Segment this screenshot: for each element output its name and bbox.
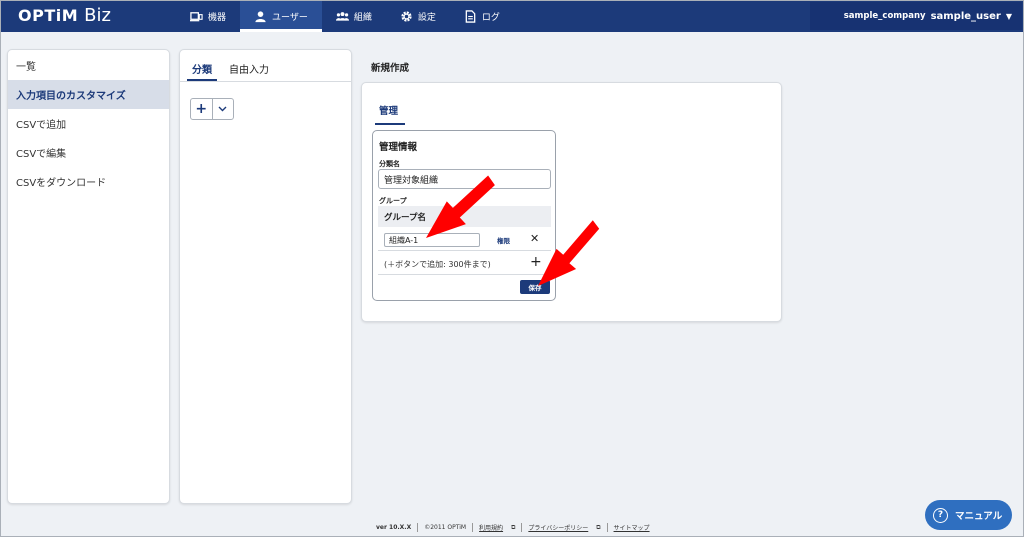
- help-icon: ?: [933, 507, 948, 523]
- optim-biz-logo[interactable]: OPTiM Biz: [18, 5, 111, 27]
- permission-link[interactable]: 権限: [497, 235, 510, 245]
- page-title: 新規作成: [371, 63, 410, 74]
- user-icon: [255, 10, 266, 22]
- external-link-icon: ⧉: [511, 523, 516, 531]
- sidebar-item-list[interactable]: 一覧: [8, 51, 169, 80]
- chevron-down-icon[interactable]: [213, 99, 234, 119]
- nav-item-log[interactable]: ログ: [450, 0, 514, 32]
- copyright-text: ©2011 OPTiM: [424, 524, 467, 531]
- terms-link[interactable]: 利用規約: [479, 523, 503, 532]
- manual-button-label: マニュアル: [955, 511, 1003, 522]
- user-name: sample_user: [930, 10, 1001, 22]
- caret-down-icon: ▼: [1005, 11, 1012, 21]
- plus-icon[interactable]: +: [530, 254, 542, 270]
- nav-label-users: ユーザー: [272, 12, 308, 23]
- category-tabs: 分類 自由入力: [180, 50, 351, 82]
- version-text: ver 10.X.X: [376, 524, 412, 531]
- footer: ver 10.X.X ©2011 OPTiM 利用規約 ⧉ プライバシーポリシー…: [376, 523, 650, 532]
- tab-management[interactable]: 管理: [379, 103, 398, 117]
- group-name-input[interactable]: 組織A-1: [384, 233, 480, 247]
- tab-free-input[interactable]: 自由入力: [229, 61, 269, 76]
- sidebar-item-label: CSVで編集: [16, 149, 67, 160]
- nav-item-settings[interactable]: 設定: [386, 0, 450, 32]
- account-menu[interactable]: sample_company sample_user ▼: [810, 2, 1022, 30]
- sidebar-item-customize-fields[interactable]: 入力項目のカスタマイズ: [8, 80, 169, 109]
- logo-biz-text: Biz: [84, 5, 111, 26]
- manual-button[interactable]: ? マニュアル: [925, 500, 1012, 530]
- category-name-label: 分類名: [379, 160, 400, 168]
- footer-divider: [521, 523, 523, 532]
- nav-label-log: ログ: [481, 12, 500, 23]
- nav-label-devices: 機器: [208, 12, 227, 23]
- save-button[interactable]: 保存: [520, 280, 550, 294]
- terms-link-label: 利用規約: [479, 525, 504, 532]
- device-icon: [190, 11, 203, 21]
- company-name: sample_company: [843, 11, 926, 21]
- table-row: 組織A-1 権限 ✕: [378, 229, 551, 251]
- sidebar-item-label: 入力項目のカスタマイズ: [16, 91, 126, 102]
- nav-item-organization[interactable]: 組織: [322, 0, 386, 32]
- footer-divider: [417, 523, 419, 532]
- tab-category[interactable]: 分類: [192, 61, 212, 76]
- category-panel: 分類 自由入力 +: [179, 49, 352, 504]
- nav-item-users[interactable]: ユーザー: [240, 0, 322, 32]
- sidebar-menu: 一覧 入力項目のカスタマイズ CSVで追加 CSVで編集 CSVをダウンロード: [7, 49, 170, 504]
- add-group-row: (＋ボタンで追加: 300件まで) +: [378, 253, 551, 275]
- organization-icon: [335, 11, 349, 21]
- top-navigation-bar: OPTiM Biz 機器 ユーザー 組織 設定 ログ sample_compan…: [0, 0, 1024, 32]
- close-icon[interactable]: ✕: [530, 232, 539, 245]
- main-nav: 機器 ユーザー 組織 設定 ログ: [176, 0, 514, 32]
- add-group-hint: (＋ボタンで追加: 300件まで): [384, 260, 491, 269]
- add-split-button: +: [190, 98, 234, 120]
- external-link-icon: ⧉: [596, 523, 601, 531]
- sitemap-link[interactable]: サイトマップ: [614, 523, 650, 532]
- sidebar-item-label: CSVで追加: [16, 120, 67, 131]
- sidebar-item-csv-download[interactable]: CSVをダウンロード: [8, 167, 169, 196]
- nav-label-settings: 設定: [417, 12, 436, 23]
- privacy-link[interactable]: プライバシーポリシー: [528, 523, 588, 532]
- group-table-header: グループ名: [378, 206, 551, 227]
- active-tab-indicator: [375, 123, 405, 125]
- active-tab-indicator: [187, 79, 217, 81]
- group-label: グループ: [379, 197, 407, 205]
- logo-optim-text: OPTiM: [18, 6, 79, 25]
- document-icon: [465, 9, 476, 23]
- gear-icon: [401, 10, 412, 22]
- sidebar-item-csv-add[interactable]: CSVで追加: [8, 109, 169, 138]
- nav-label-organization: 組織: [353, 12, 372, 23]
- card-title: 管理情報: [379, 142, 418, 153]
- sidebar-item-label: CSVをダウンロード: [16, 178, 107, 189]
- footer-divider: [606, 523, 608, 532]
- sidebar-item-label: 一覧: [16, 62, 36, 73]
- sitemap-link-label: サイトマップ: [613, 525, 650, 532]
- footer-divider: [472, 523, 474, 532]
- sidebar-item-csv-edit[interactable]: CSVで編集: [8, 138, 169, 167]
- new-item-card: 管理 管理情報 分類名 管理対象組織 グループ グループ名 組織A-1 権限 ✕…: [361, 82, 782, 322]
- management-info-card: 管理情報 分類名 管理対象組織 グループ グループ名 組織A-1 権限 ✕ (＋…: [372, 130, 556, 301]
- add-button[interactable]: +: [191, 99, 213, 119]
- nav-item-devices[interactable]: 機器: [176, 0, 240, 32]
- category-name-input[interactable]: 管理対象組織: [378, 169, 551, 189]
- privacy-link-label: プライバシーポリシー: [528, 525, 589, 532]
